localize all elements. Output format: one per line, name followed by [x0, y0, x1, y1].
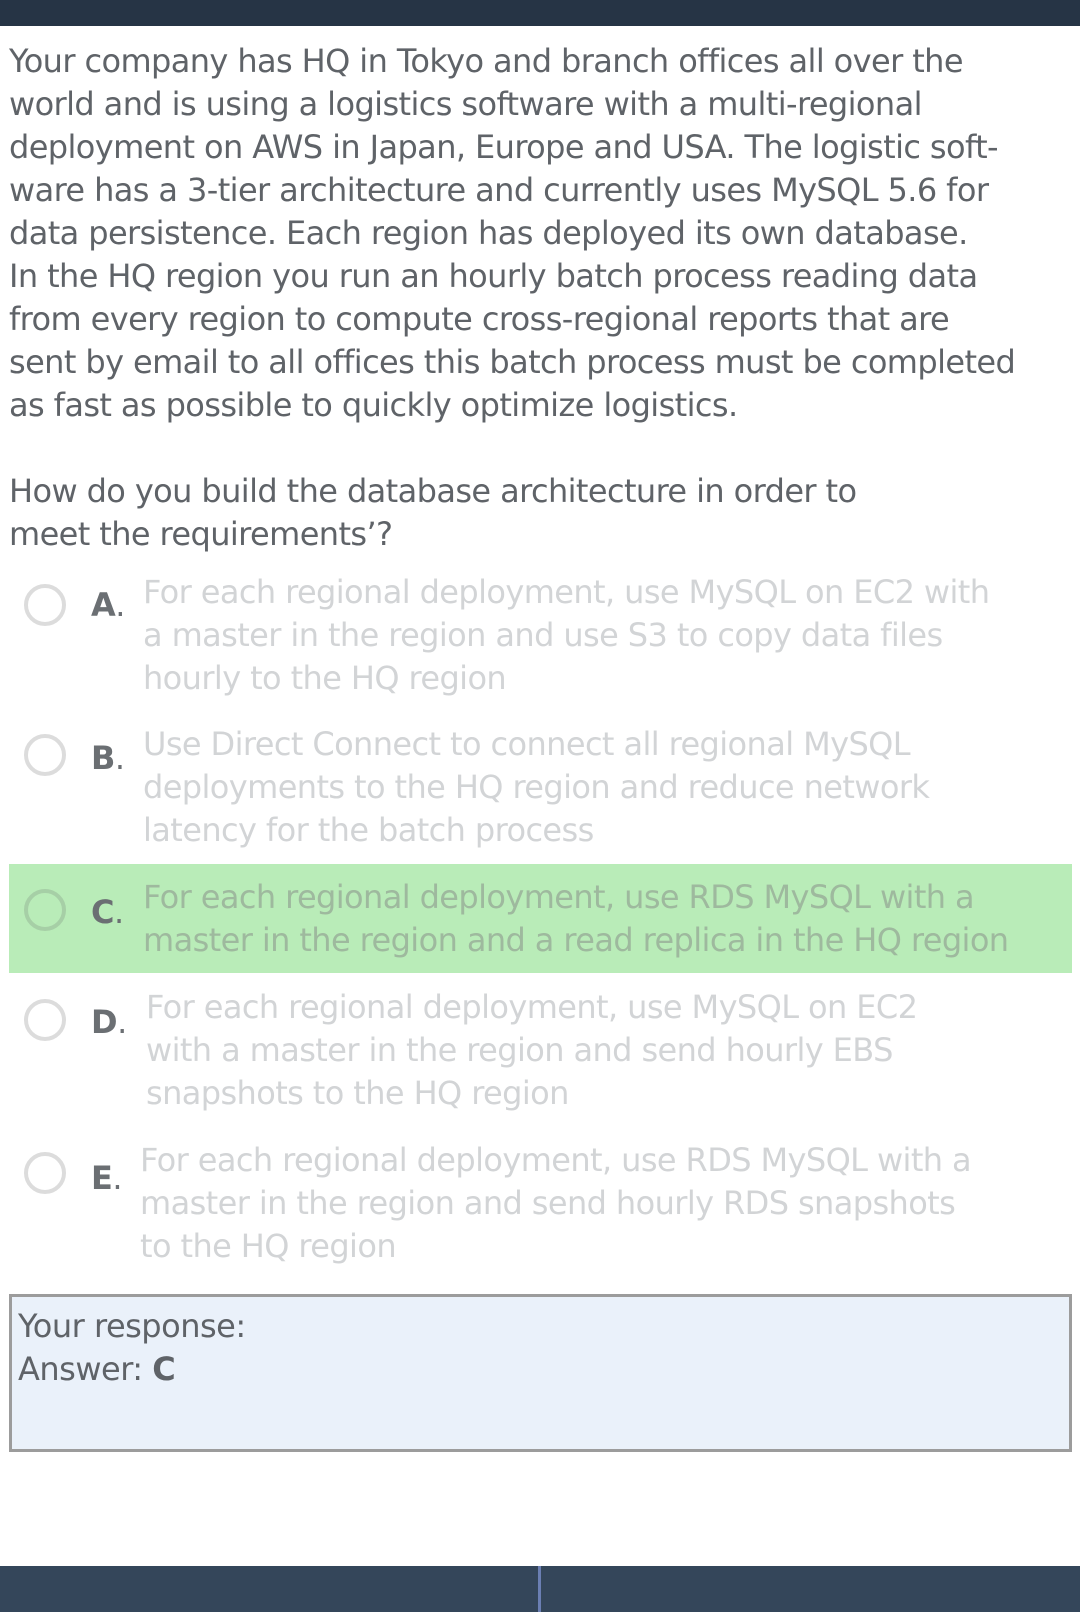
top-bar: [0, 0, 1080, 26]
answer-label: Answer:: [18, 1350, 153, 1388]
bottom-bar-divider: [538, 1566, 541, 1612]
question-line: sent by email to all offices this batch …: [9, 343, 1016, 381]
question-line: from every region to compute cross-regio…: [9, 300, 950, 338]
option-line: hourly to the HQ region: [143, 659, 507, 697]
question-line: deployment on AWS in Japan, Europe and U…: [9, 128, 999, 166]
option-letter-b: B.: [91, 739, 125, 777]
option-text-e: For each regional deployment, use RDS My…: [140, 1139, 1040, 1268]
option-line: For each regional deployment, use RDS My…: [140, 1141, 972, 1179]
response-label: Your response:: [18, 1307, 246, 1345]
option-line: with a master in the region and send hou…: [146, 1031, 893, 1069]
option-line: to the HQ region: [140, 1227, 397, 1265]
bottom-bar: [0, 1566, 1080, 1612]
question-content: Your company has HQ in Tokyo and branch …: [0, 26, 1080, 556]
option-c[interactable]: C. For each regional deployment, use RDS…: [9, 864, 1072, 973]
radio-button-e[interactable]: [24, 1152, 66, 1194]
answer-value: C: [152, 1350, 176, 1388]
option-line: For each regional deployment, use MySQL …: [146, 988, 918, 1026]
option-line: For each regional deployment, use RDS My…: [143, 878, 975, 916]
option-b[interactable]: B. Use Direct Connect to connect all reg…: [9, 725, 1072, 855]
option-e[interactable]: E. For each regional deployment, use RDS…: [9, 1140, 1072, 1270]
radio-button-c[interactable]: [24, 889, 66, 931]
option-line: master in the region and send hourly RDS…: [140, 1184, 956, 1222]
option-line: deployments to the HQ region and reduce …: [143, 768, 930, 806]
option-line: latency for the batch process: [143, 811, 594, 849]
option-line: a master in the region and use S3 to cop…: [143, 616, 943, 654]
option-letter-e: E.: [91, 1159, 123, 1197]
prompt-line: How do you build the database architectu…: [9, 472, 857, 510]
option-line: Use Direct Connect to connect all region…: [143, 725, 911, 763]
option-d[interactable]: D. For each regional deployment, use MyS…: [9, 987, 1072, 1117]
question-line: ware has a 3-tier architecture and curre…: [9, 171, 989, 209]
radio-button-b[interactable]: [24, 734, 66, 776]
option-text-c: For each regional deployment, use RDS My…: [143, 876, 1043, 962]
option-letter-d: D.: [91, 1003, 127, 1041]
option-letter-c: C.: [91, 893, 124, 931]
question-line: world and is using a logistics software …: [9, 85, 922, 123]
radio-button-a[interactable]: [24, 584, 66, 626]
response-panel: Your response: Answer: C: [9, 1294, 1072, 1452]
answer-line: Answer: C: [18, 1348, 1069, 1391]
option-letter-a: A.: [91, 586, 125, 624]
option-text-d: For each regional deployment, use MySQL …: [146, 986, 1046, 1115]
option-a[interactable]: A. For each regional deployment, use MyS…: [9, 572, 1072, 702]
option-line: snapshots to the HQ region: [146, 1074, 569, 1112]
radio-button-d[interactable]: [24, 999, 66, 1041]
option-line: master in the region and a read replica …: [143, 921, 1009, 959]
option-text-b: Use Direct Connect to connect all region…: [143, 723, 1043, 852]
option-line: For each regional deployment, use MySQL …: [143, 573, 990, 611]
question-prompt: How do you build the database architectu…: [9, 470, 1075, 556]
question-line: data persistence. Each region has deploy…: [9, 214, 968, 252]
prompt-line: meet the requirements’?: [9, 515, 393, 553]
option-text-a: For each regional deployment, use MySQL …: [143, 571, 1043, 700]
question-line: Your company has HQ in Tokyo and branch …: [9, 42, 964, 80]
question-line: as fast as possible to quickly optimize …: [9, 386, 738, 424]
question-line: In the HQ region you run an hourly batch…: [9, 257, 978, 295]
question-text: Your company has HQ in Tokyo and branch …: [9, 40, 1075, 427]
